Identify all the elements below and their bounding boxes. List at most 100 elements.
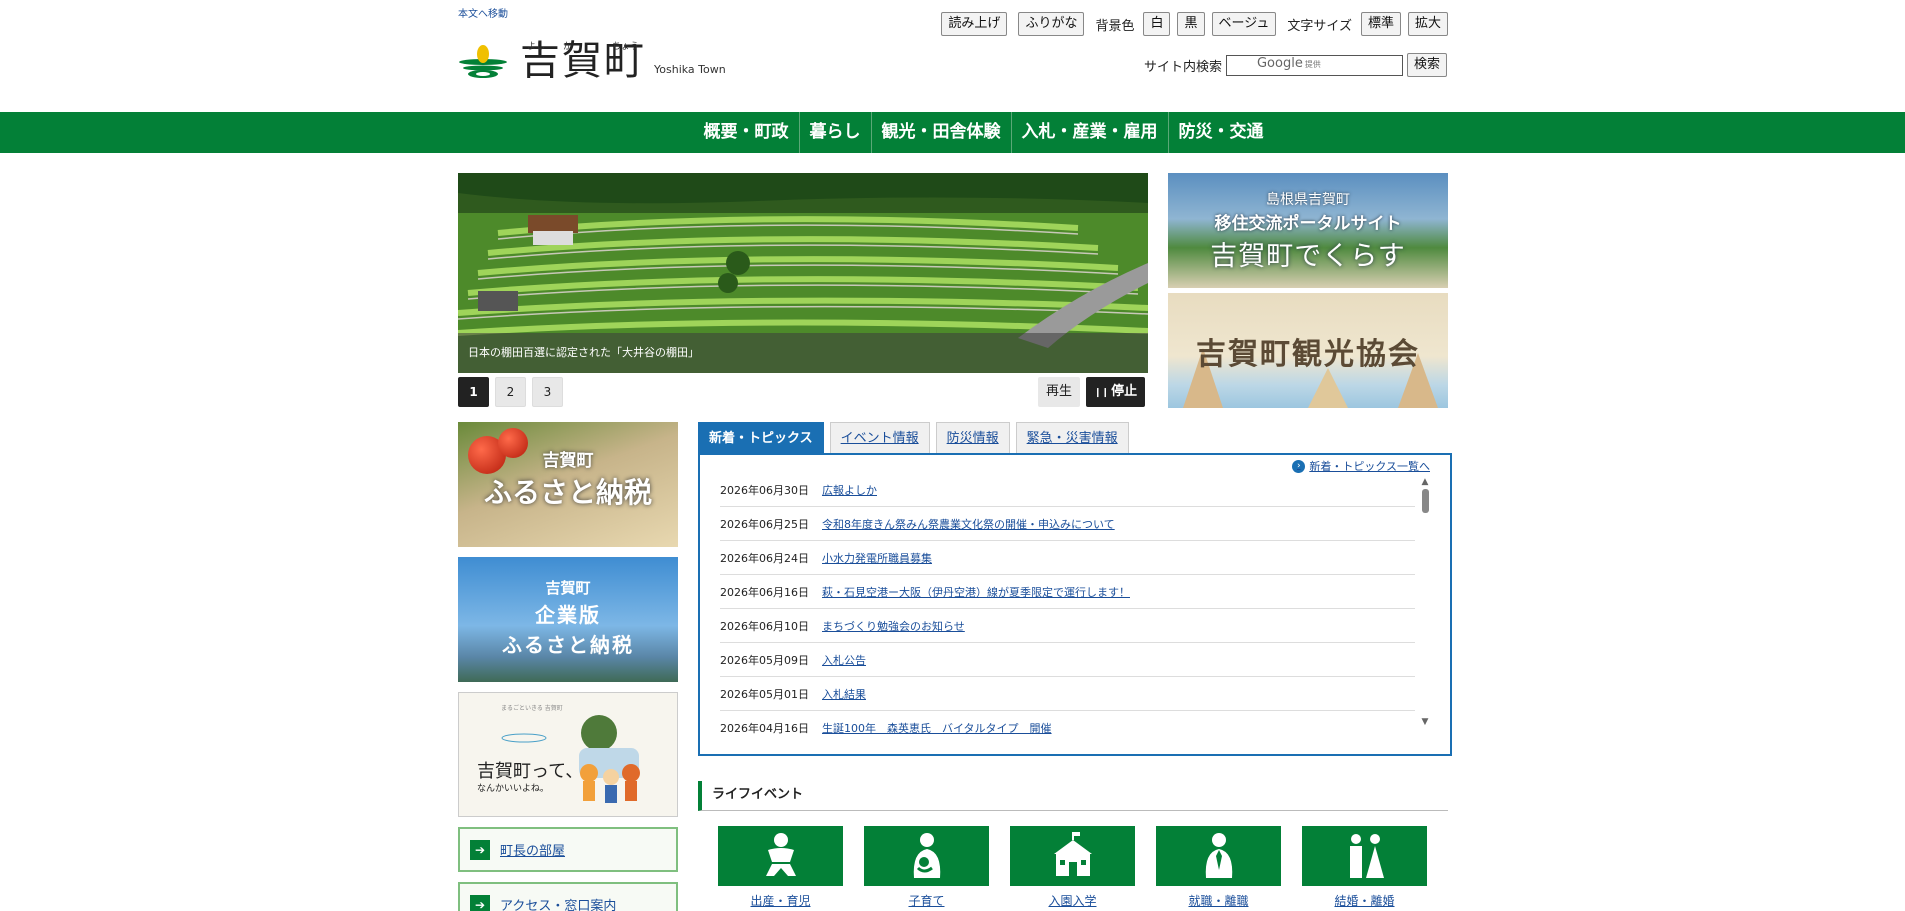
corporate-banner-line2: ふるさと納税 <box>502 633 634 657</box>
slide-controls: 再生 ❙❙ 停止 <box>1038 377 1146 407</box>
font-size-label: 文字サイズ <box>1287 18 1352 34</box>
hero-slideshow[interactable]: 日本の棚田百選に認定された「大井谷の棚田」 <box>458 173 1148 373</box>
corporate-banner-line1: 企業版 <box>535 603 601 627</box>
mayor-room-link[interactable]: ➔ 町長の部屋 <box>458 827 678 872</box>
font-standard-button[interactable]: 標準 <box>1360 12 1401 36</box>
news-item: 2026年05月01日 入札結果 <box>720 677 1415 711</box>
relocation-banner-line2: 移住交流ポータルサイト <box>1214 214 1402 234</box>
arrow-right-icon: ➔ <box>470 894 490 911</box>
bg-black-button[interactable]: 黒 <box>1177 12 1205 36</box>
search-input[interactable] <box>1225 54 1403 76</box>
life-events-heading: ライフイベント <box>698 781 1448 811</box>
news-date: 2026年05月01日 <box>720 687 809 701</box>
read-aloud-button[interactable]: 読み上げ <box>941 12 1008 36</box>
news-list: 2026年06月30日 広報よしか 2026年06月25日 令和8年度きん祭みん祭農… <box>720 473 1415 745</box>
tab-topics[interactable]: 新着・トピックス <box>698 422 824 453</box>
topics-panel: › 新着・トピックス一覧へ 2026年06月30日 広報よしか 2026年06月2… <box>698 453 1452 756</box>
font-large-button[interactable]: 拡大 <box>1407 12 1448 36</box>
slide-1-button[interactable]: 1 <box>458 377 489 407</box>
news-link[interactable]: 小水力発電所職員募集 <box>822 550 932 566</box>
tab-disaster-prevention[interactable]: 防災情報 <box>935 422 1010 453</box>
slide-3-button[interactable]: 3 <box>532 377 563 407</box>
nav-item-living[interactable]: 暮らし <box>798 112 871 153</box>
slide-stop-button[interactable]: ❙❙ 停止 <box>1086 377 1146 407</box>
search-button[interactable]: 検索 <box>1406 53 1447 77</box>
bg-white-button[interactable]: 白 <box>1143 12 1171 36</box>
mayor-room-label: 町長の部屋 <box>500 844 566 859</box>
life-event-childcare[interactable]: 子育て <box>864 826 989 909</box>
promo-banner-sub: なんかいいよね。 <box>477 784 549 794</box>
news-link[interactable]: 入札結果 <box>822 686 866 702</box>
furigana-button[interactable]: ふりがな <box>1018 12 1085 36</box>
nav-item-tourism[interactable]: 観光・田舎体験 <box>870 112 1011 153</box>
skip-to-content-link[interactable]: 本文へ移動 <box>458 5 508 20</box>
news-item: 2026年06月25日 令和8年度きん祭みん祭農業文化祭の開催・申込みについて <box>720 507 1415 541</box>
news-link[interactable]: 令和8年度きん祭みん祭農業文化祭の開催・申込みについて <box>822 516 1115 532</box>
logo-leaf-icon <box>458 44 508 84</box>
logo-ruby-3: ちょう <box>612 42 640 52</box>
life-event-marriage[interactable]: 結婚・離婚 <box>1302 826 1427 909</box>
furusato-tax-banner[interactable]: 吉賀町 ふるさと納税 <box>458 422 678 547</box>
life-event-school[interactable]: 入園入学 <box>1010 826 1135 909</box>
nav-item-industry[interactable]: 入札・産業・雇用 <box>1010 112 1168 153</box>
site-logo[interactable]: 吉賀町 Yoshika Town <box>458 38 726 84</box>
news-scrollbar[interactable]: ▲ ▼ <box>1420 477 1430 727</box>
relocation-banner-line3: 吉賀町でくらす <box>1210 241 1406 272</box>
site-search: サイト内検索 Google 提供 検索 <box>1144 53 1447 77</box>
corporate-banner-small: 吉賀町 <box>545 579 591 597</box>
accessibility-tools: 読み上げ ふりがな 背景色 白 黒 ベージュ 文字サイズ 標準 拡大 <box>941 12 1448 36</box>
promo-banner-main: 吉賀町って、 <box>477 761 584 782</box>
arrow-right-icon: ➔ <box>470 839 490 860</box>
relocation-portal-banner[interactable]: 島根県吉賀町 移住交流ポータルサイト 吉賀町でくらす <box>1168 173 1448 288</box>
tab-events[interactable]: イベント情報 <box>829 422 930 453</box>
news-date: 2026年06月25日 <box>720 517 809 531</box>
news-link[interactable]: まちづくり勉強会のお知らせ <box>822 618 965 634</box>
life-event-employment[interactable]: 就職・離職 <box>1156 826 1281 909</box>
life-event-birth[interactable]: 出産・育児 <box>718 826 843 909</box>
couple-icon <box>1350 834 1384 878</box>
topics-list-link[interactable]: › 新着・トピックス一覧へ <box>1292 458 1430 474</box>
slide-pagination: 1 2 3 <box>458 377 563 407</box>
news-link[interactable]: 生誕100年 森英恵氏 バイタルタイプ 開催 <box>822 720 1052 736</box>
news-item: 2026年06月24日 小水力発電所職員募集 <box>720 541 1415 575</box>
news-date: 2026年05月09日 <box>720 653 809 667</box>
scroll-down-icon[interactable]: ▼ <box>1420 717 1430 727</box>
search-label: サイト内検索 <box>1143 59 1222 75</box>
slide-play-button[interactable]: 再生 <box>1038 377 1081 407</box>
bg-beige-button[interactable]: ベージュ <box>1211 12 1277 36</box>
news-link[interactable]: 萩・石見空港ー大阪（伊丹空港）線が夏季限定で運行します！ <box>822 584 1130 600</box>
tourism-banner-title: 吉賀町観光協会 <box>1196 337 1420 372</box>
news-date: 2026年06月16日 <box>720 585 809 599</box>
life-event-label: 入園入学 <box>1048 894 1097 908</box>
pause-icon: ❙❙ <box>1094 388 1110 398</box>
scroll-up-icon[interactable]: ▲ <box>1420 477 1430 487</box>
news-item: 2026年04月16日 生誕100年 森英恵氏 バイタルタイプ 開催 <box>720 711 1415 745</box>
tourism-association-banner[interactable]: 吉賀町観光協会 <box>1168 293 1448 408</box>
news-date: 2026年06月30日 <box>720 483 809 497</box>
background-color-label: 背景色 <box>1095 18 1135 34</box>
tab-emergency[interactable]: 緊急・災害情報 <box>1015 422 1129 453</box>
slide-2-button[interactable]: 2 <box>495 377 526 407</box>
access-guide-label: アクセス・窓口案内 <box>500 899 617 911</box>
news-date: 2026年06月10日 <box>720 619 809 633</box>
baby-icon <box>766 833 796 876</box>
logo-english-name: Yoshika Town <box>654 63 726 76</box>
scroll-thumb[interactable] <box>1421 489 1429 513</box>
news-item: 2026年06月30日 広報よしか <box>720 473 1415 507</box>
logo-ruby-2: か <box>563 42 573 52</box>
promo-illustration-image <box>501 715 640 803</box>
life-event-label: 就職・離職 <box>1188 894 1249 908</box>
news-link[interactable]: 広報よしか <box>822 482 877 498</box>
yoshika-promo-banner[interactable]: まるごといきる 吉賀町 吉賀町って、 なんかいいよね。 <box>458 692 678 817</box>
access-guide-link[interactable]: ➔ アクセス・窓口案内 <box>458 882 678 911</box>
news-link[interactable]: 入札公告 <box>822 652 866 668</box>
nav-item-overview[interactable]: 概要・町政 <box>694 112 799 153</box>
nav-item-disaster[interactable]: 防災・交通 <box>1167 112 1274 153</box>
news-item: 2026年06月10日 まちづくり勉強会のお知らせ <box>720 609 1415 643</box>
chevron-right-circle-icon: › <box>1292 459 1306 473</box>
relocation-banner-line1: 島根県吉賀町 <box>1266 192 1350 208</box>
topics-tabs: 新着・トピックス イベント情報 防災情報 緊急・災害情報 <box>698 422 1129 453</box>
corporate-furusato-tax-banner[interactable]: 吉賀町 企業版 ふるさと納税 <box>458 557 678 682</box>
hero-caption: 日本の棚田百選に認定された「大井谷の棚田」 <box>458 333 1148 373</box>
worker-icon <box>1205 833 1233 878</box>
